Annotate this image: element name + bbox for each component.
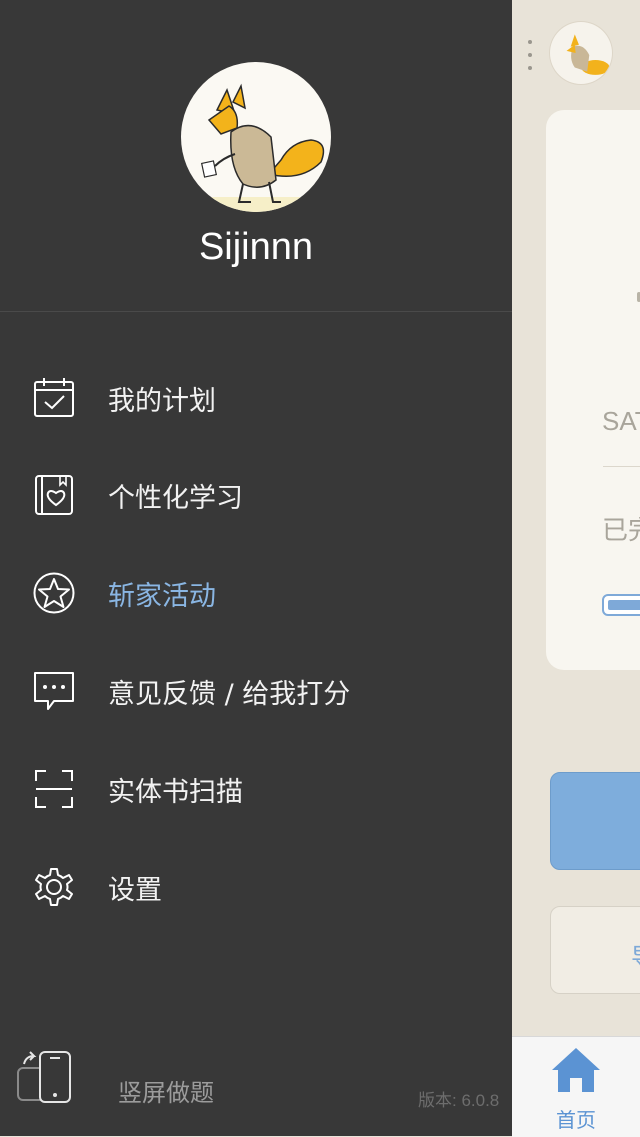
more-dots-icon[interactable] [526,40,534,70]
side-drawer: Sijinnn 我的计划 个性化学习 斩家活动 意见反馈 / 给我打分 实体书扫… [0,0,512,1136]
secondary-button[interactable]: 导 [550,906,640,994]
secondary-button-label: 导 [631,937,640,972]
portrait-mode-label[interactable]: 竖屏做题 [118,1073,214,1108]
version-text: 版本: 6.0.8 [418,1091,500,1110]
study-card[interactable] [546,110,640,670]
menu-item-label: 设置 [108,875,162,906]
progress-bar [602,594,640,616]
tab-home-label: 首页 [556,1108,596,1132]
drawer-divider [0,311,512,312]
card-exam-label: SAT [602,406,640,436]
menu-item-feedback[interactable]: 意见反馈 / 给我打分 [0,651,512,731]
header-avatar[interactable] [550,22,612,84]
chat-bubble-icon [34,672,74,710]
menu-item-label: 意见反馈 / 给我打分 [108,679,351,710]
card-divider [603,466,640,467]
progress-fill [608,600,640,610]
tab-home[interactable]: 首页 [540,1042,612,1132]
card-progress-label: 已完 [602,516,640,546]
menu-item-book-scan[interactable]: 实体书扫描 [0,749,512,829]
menu-item-label: 个性化学习 [108,483,243,514]
rotate-phone-icon[interactable] [16,1050,74,1104]
menu-item-settings[interactable]: 设置 [0,847,512,927]
menu-item-label: 实体书扫描 [108,777,243,808]
calendar-check-icon [34,378,74,417]
scan-frame-icon [35,770,73,808]
menu-item-label: 我的计划 [108,386,216,417]
home-icon [552,1048,600,1092]
username[interactable]: Sijinnn [0,226,512,269]
menu-item-personalized-study[interactable]: 个性化学习 [0,455,512,535]
menu-item-label: 斩家活动 [108,581,216,612]
gear-icon [35,868,73,906]
menu-item-my-plan[interactable]: 我的计划 [0,358,512,438]
star-circle-icon [33,572,75,614]
profile-avatar[interactable] [181,62,331,212]
start-button[interactable] [550,772,640,870]
menu-item-activities[interactable]: 斩家活动 [0,553,512,633]
fox-avatar-image [181,83,331,212]
heart-book-icon [35,475,73,515]
